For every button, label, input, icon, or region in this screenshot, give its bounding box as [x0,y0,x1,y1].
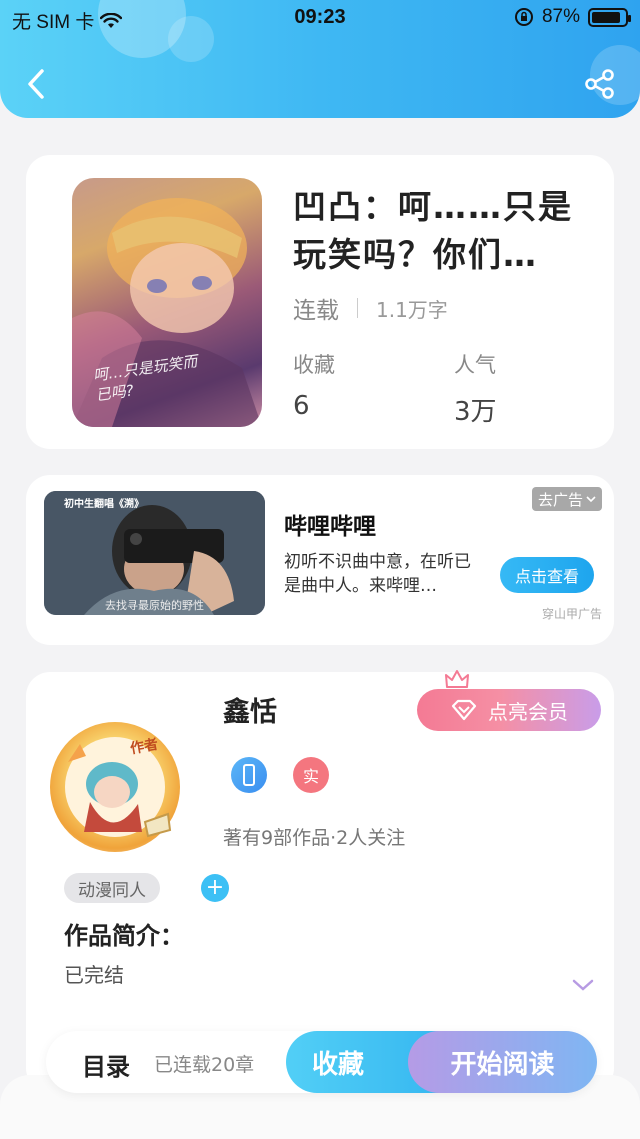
ad-view-button[interactable]: 点击查看 [500,557,594,593]
start-reading-button[interactable]: 开始阅读 [408,1031,597,1093]
remove-ad-button[interactable]: 去广告 [532,487,603,511]
word-count: 1.1万字 [376,297,448,322]
ad-thumb-caption-bottom: 去找寻最原始的野性 [105,599,204,612]
bottom-action-bar: 目录 已连载20章 收藏 开始阅读 [46,1031,597,1093]
author-avatar[interactable]: 作者 [50,722,180,852]
phone-icon [243,764,255,786]
popularity-value: 3万 [454,397,497,427]
status-right: 87% [514,6,631,28]
author-stats: 著有9部作品·2人关注 [223,827,406,849]
ad-thumbnail[interactable]: 初中生翻唱《溯》 去找寻最原始的野性 [44,491,265,615]
battery-icon [588,7,631,27]
favorites-value: 6 [293,391,310,421]
avatar-illustration [65,737,172,838]
meta-divider [357,298,358,318]
chevron-down-icon [586,496,596,503]
expand-chevron-icon[interactable] [571,977,595,993]
book-status: 连载 [293,298,339,324]
real-name-badge-label: 实 [302,767,319,786]
add-tag-button[interactable]: + [201,874,229,902]
phone-verified-badge [231,757,267,793]
author-card: 作者 鑫恬 点亮会员 实 著有9部作品·2人关注 动漫同人 + 作品简介： 已完… [26,670,614,1092]
favorite-button-label: 收藏 [312,1049,365,1080]
book-meta: 连载 1.1万字 [293,291,448,325]
crown-icon [445,670,469,688]
author-name: 鑫恬 [223,697,277,728]
share-button[interactable] [578,62,622,106]
favorites-label: 收藏 [293,353,335,377]
battery-percent: 87% [541,6,580,27]
status-bar: 无 SIM 卡 09:23 87% [0,0,640,36]
ad-title: 哔哩哔哩 [284,514,376,540]
rotation-lock-icon [514,8,533,26]
popularity-stat: 人气 3万 [454,349,497,428]
popularity-label: 人气 [454,353,496,377]
real-name-badge: 实 [293,757,329,793]
genre-tag[interactable]: 动漫同人 [64,873,160,903]
toc-button[interactable]: 目录 [82,1047,130,1082]
book-cover[interactable]: 呵…只是玩笑而已吗? [72,178,262,427]
book-title: 凹凸：呵……只是玩笑吗？你们… [293,187,573,274]
top-header: 无 SIM 卡 09:23 87% [0,0,640,118]
ad-card[interactable]: 初中生翻唱《溯》 去找寻最原始的野性 哔哩哔哩 初听不识曲中意，在听已是曲中人。… [26,475,614,645]
vip-button-label: 点亮会员 [488,699,568,724]
favorites-stat: 收藏 6 [293,349,335,421]
ad-description: 初听不识曲中意，在听已是曲中人。来哔哩… [284,552,471,596]
remove-ad-label: 去广告 [538,490,584,509]
back-button[interactable] [14,62,58,106]
intro-text: 已完结 [64,963,124,987]
battery-level [592,11,620,23]
intro-title: 作品简介： [64,922,184,950]
chevron-left-icon [28,69,44,99]
vip-button[interactable]: 点亮会员 [417,689,601,731]
share-icon [585,69,614,99]
ad-source-label: 穿山甲广告 [541,607,602,621]
diamond-icon [451,699,477,721]
chapter-count: 已连载20章 [154,1054,255,1076]
ad-thumb-caption-top: 初中生翻唱《溯》 [64,499,144,510]
book-info-card: 呵…只是玩笑而已吗? 凹凸：呵……只是玩笑吗？你们… 连载 1.1万字 收藏 6… [26,155,614,449]
